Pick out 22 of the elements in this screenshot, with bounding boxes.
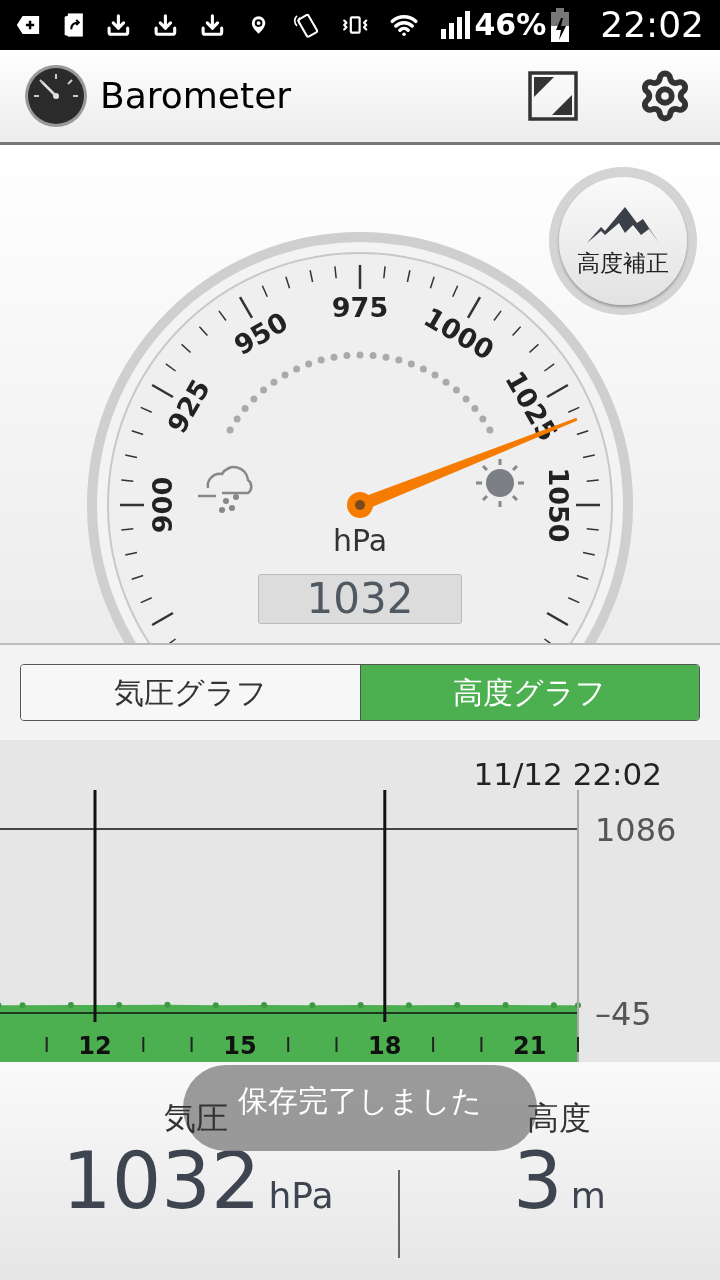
battery-percent: 46%: [474, 10, 547, 40]
measure-label: 高度: [527, 1102, 591, 1134]
x-axis-label: 18: [368, 1032, 402, 1060]
x-axis-label: 21: [513, 1032, 547, 1060]
x-axis-label: 12: [78, 1032, 112, 1060]
scale-label: 975: [331, 291, 389, 323]
x-axis-label: 15: [223, 1032, 257, 1060]
scale-label: 1050: [542, 467, 574, 543]
clock: 22:02: [600, 7, 704, 43]
measure-value: 3: [513, 1142, 563, 1220]
y-axis-label: 1086: [595, 811, 677, 849]
scale-label: 950: [228, 306, 294, 362]
y-axis-label: –45: [595, 995, 652, 1033]
measure-unit: hPa: [268, 1178, 334, 1214]
scale-label: 900: [146, 476, 178, 534]
measure-unit: m: [570, 1178, 606, 1214]
reading-display: 1032: [258, 574, 462, 624]
unit-label: hPa: [332, 523, 388, 558]
measure-label: 気圧: [164, 1102, 228, 1134]
app-title: Barometer: [100, 74, 292, 118]
measure-value: 1032: [62, 1142, 261, 1220]
graph-timestamp: 11/12 22:02: [473, 759, 662, 790]
